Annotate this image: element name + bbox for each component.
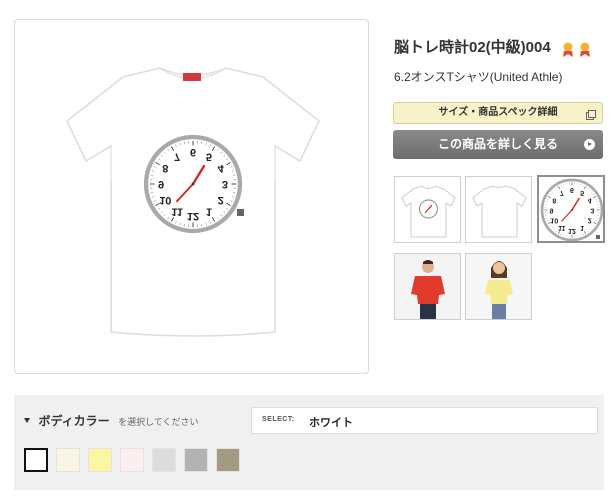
clock-numeral: 9 bbox=[158, 178, 164, 190]
product-detail-button[interactable]: この商品を詳しく見る bbox=[393, 130, 603, 159]
color-swatch[interactable] bbox=[88, 448, 112, 472]
color-swatch[interactable] bbox=[56, 448, 80, 472]
clock-numeral: 6 bbox=[570, 186, 574, 193]
clock-numeral: 11 bbox=[171, 206, 183, 218]
thumb-male-model[interactable] bbox=[394, 253, 461, 320]
thumb-front[interactable] bbox=[394, 176, 461, 243]
product-detail-label: この商品を詳しく見る bbox=[437, 137, 558, 151]
clock-numeral: 11 bbox=[558, 224, 566, 231]
clock-numeral: 2 bbox=[218, 194, 224, 206]
color-swatch[interactable] bbox=[184, 448, 208, 472]
color-swatch[interactable] bbox=[120, 448, 144, 472]
clock-numeral: 9 bbox=[550, 207, 554, 214]
clock-numeral: 6 bbox=[190, 146, 196, 158]
clock-numeral: 4 bbox=[218, 162, 225, 174]
color-swatch[interactable] bbox=[24, 448, 48, 472]
color-swatch[interactable] bbox=[152, 448, 176, 472]
clock-numeral: 3 bbox=[590, 207, 594, 214]
color-swatch[interactable] bbox=[216, 448, 240, 472]
clock-numeral: 10 bbox=[159, 194, 171, 206]
clock-numeral: 3 bbox=[222, 178, 228, 190]
clock-numeral: 12 bbox=[568, 227, 576, 234]
ranking-badge-icon bbox=[561, 41, 593, 58]
external-window-icon bbox=[586, 108, 596, 128]
arrow-right-icon bbox=[584, 139, 595, 150]
size-spec-button[interactable]: サイズ・商品スペック詳細 bbox=[393, 102, 603, 124]
thumb-back[interactable] bbox=[465, 176, 532, 243]
clock-numeral: 2 bbox=[588, 217, 592, 224]
clock-numeral: 1 bbox=[580, 224, 584, 231]
select-label: SELECT: bbox=[262, 416, 295, 423]
clock-numeral: 8 bbox=[162, 162, 168, 174]
select-value: ホワイト bbox=[309, 417, 353, 429]
body-color-label: ボディカラー bbox=[38, 414, 110, 428]
clock-numeral: 7 bbox=[560, 189, 564, 196]
product-title: 脳トレ時計02(中級)004 bbox=[394, 36, 593, 58]
clock-numeral: 12 bbox=[187, 210, 199, 222]
clock-numeral: 10 bbox=[550, 217, 558, 224]
body-color-panel: ボディカラー を選択してください SELECT: ホワイト bbox=[14, 395, 604, 490]
clock-numeral: 1 bbox=[206, 206, 212, 218]
clock-numeral: 5 bbox=[580, 189, 584, 196]
body-color-heading[interactable]: ボディカラー を選択してください bbox=[24, 412, 199, 430]
clock-numeral: 4 bbox=[588, 196, 592, 203]
body-color-select[interactable]: SELECT: ホワイト bbox=[251, 407, 598, 434]
body-color-hint: を選択してください bbox=[118, 417, 199, 427]
clock-print: 6 54 3 21 12 1110 9 87 bbox=[143, 134, 243, 234]
thumb-print-closeup[interactable]: 6 5 4 3 2 1 12 11 10 9 8 7 bbox=[537, 175, 605, 243]
clock-numeral: 7 bbox=[174, 150, 180, 162]
clock-numeral: 5 bbox=[206, 150, 212, 162]
size-spec-label: サイズ・商品スペック詳細 bbox=[438, 107, 558, 118]
product-subtitle: 6.2オンスTシャツ(United Athle) bbox=[394, 70, 563, 84]
triangle-down-icon bbox=[24, 418, 30, 423]
thumb-female-model[interactable] bbox=[465, 253, 532, 320]
clock-numeral: 8 bbox=[552, 196, 556, 203]
product-title-text: 脳トレ時計02(中級)004 bbox=[394, 39, 551, 56]
main-product-image: 6 5 4 3 2 1 12 11 10 9 8 7 bbox=[14, 19, 369, 374]
